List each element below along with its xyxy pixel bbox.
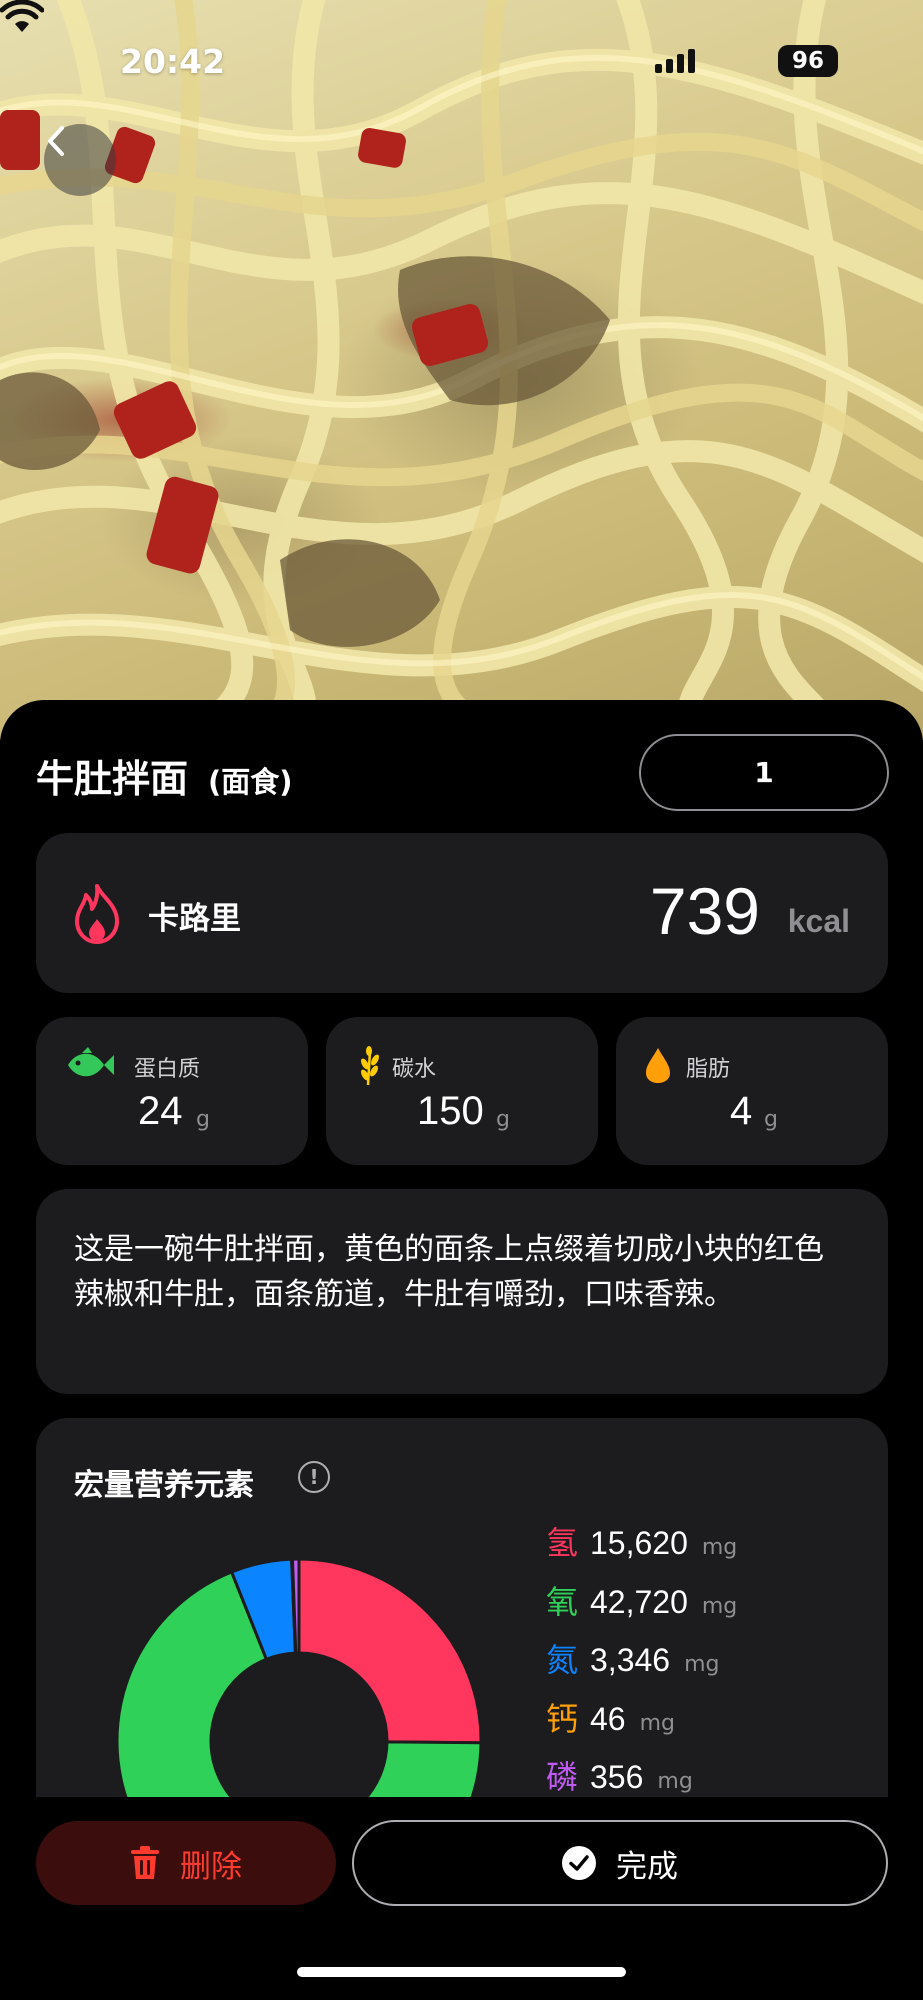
element-unit: mg (684, 1652, 720, 1677)
battery-indicator: 96 (778, 45, 838, 77)
dish-category: (面食) (208, 765, 293, 799)
element-unit: mg (639, 1710, 675, 1736)
element-symbol: 磷 (546, 1758, 579, 1796)
fat-card: 脂肪 4 g (616, 1017, 888, 1165)
calories-card: 卡路里 739 kcal (36, 833, 888, 993)
element-row-oxygen: 氧 42,720 mg (546, 1577, 737, 1636)
calories-value: 739 (649, 874, 760, 948)
protein-unit: g (196, 1107, 210, 1132)
protein-card: 蛋白质 24 g (36, 1017, 308, 1165)
flame-icon (75, 884, 119, 944)
fish-icon (68, 1047, 114, 1077)
carbs-label: 碳水 (392, 1057, 437, 1082)
element-symbol: 钙 (546, 1699, 579, 1738)
delete-label: 删除 (180, 1848, 242, 1885)
dish-name: 牛肚拌面 (36, 757, 189, 801)
trash-icon (131, 1846, 159, 1879)
element-value: 15,620 (590, 1525, 688, 1561)
checkmark-circle-icon (562, 1846, 596, 1880)
element-row-hydrogen: 氢 15,620 mg (546, 1518, 737, 1577)
done-label: 完成 (616, 1848, 678, 1885)
element-row-nitrogen: 氮 3,346 mg (546, 1635, 737, 1694)
macro-elements-title: 宏量营养元素 (74, 1468, 254, 1503)
home-indicator (297, 1967, 626, 1977)
back-button[interactable] (44, 124, 116, 196)
calories-label: 卡路里 (148, 901, 241, 937)
wheat-icon (361, 1046, 379, 1086)
donut-slice (297, 1557, 483, 1745)
protein-value: 24 (138, 1089, 183, 1133)
element-unit: mg (701, 1535, 738, 1560)
element-row-calcium: 钙 46 mg (546, 1694, 737, 1753)
elements-list: 氢 15,620 mg 氧 42,720 mg 氮 3,346 mg 钙 46 … (546, 1518, 737, 1811)
calories-unit: kcal (787, 903, 850, 939)
element-value: 46 (590, 1700, 626, 1737)
element-unit: mg (657, 1769, 693, 1794)
status-time: 20:42 (120, 42, 226, 81)
element-unit: mg (701, 1593, 738, 1619)
carbs-value: 150 (417, 1089, 484, 1133)
wifi-icon (0, 0, 44, 32)
food-photo: 20:42 96 (0, 0, 923, 740)
carbs-card: 碳水 150 g (326, 1017, 598, 1165)
fat-unit: g (764, 1107, 778, 1132)
quantity-field[interactable]: 1 (639, 734, 889, 811)
done-button[interactable]: 完成 (352, 1820, 888, 1906)
element-symbol: 氧 (546, 1582, 579, 1621)
drop-icon (646, 1048, 670, 1083)
element-value: 42,720 (590, 1583, 688, 1620)
description-card: 这是一碗牛肚拌面，黄色的面条上点缀着切成小块的红色辣椒和牛肚，面条筋道，牛肚有嚼… (36, 1189, 888, 1394)
chevron-left-icon (48, 126, 64, 156)
element-value: 356 (590, 1759, 644, 1795)
element-symbol: 氢 (546, 1524, 579, 1562)
noodles-illustration (0, 0, 923, 740)
protein-label: 蛋白质 (134, 1057, 201, 1082)
description-text: 这是一碗牛肚拌面，黄色的面条上点缀着切成小块的红色辣椒和牛肚，面条筋道，牛肚有嚼… (74, 1232, 824, 1312)
carbs-unit: g (496, 1107, 510, 1132)
fat-value: 4 (730, 1089, 753, 1133)
element-symbol: 氮 (546, 1641, 579, 1679)
title-row: 牛肚拌面 (面食) (36, 748, 293, 803)
fat-label: 脂肪 (686, 1057, 731, 1082)
info-icon[interactable]: ! (298, 1461, 330, 1493)
cellular-signal-icon (655, 47, 695, 73)
delete-button[interactable]: 删除 (36, 1821, 336, 1905)
element-value: 3,346 (590, 1642, 671, 1678)
